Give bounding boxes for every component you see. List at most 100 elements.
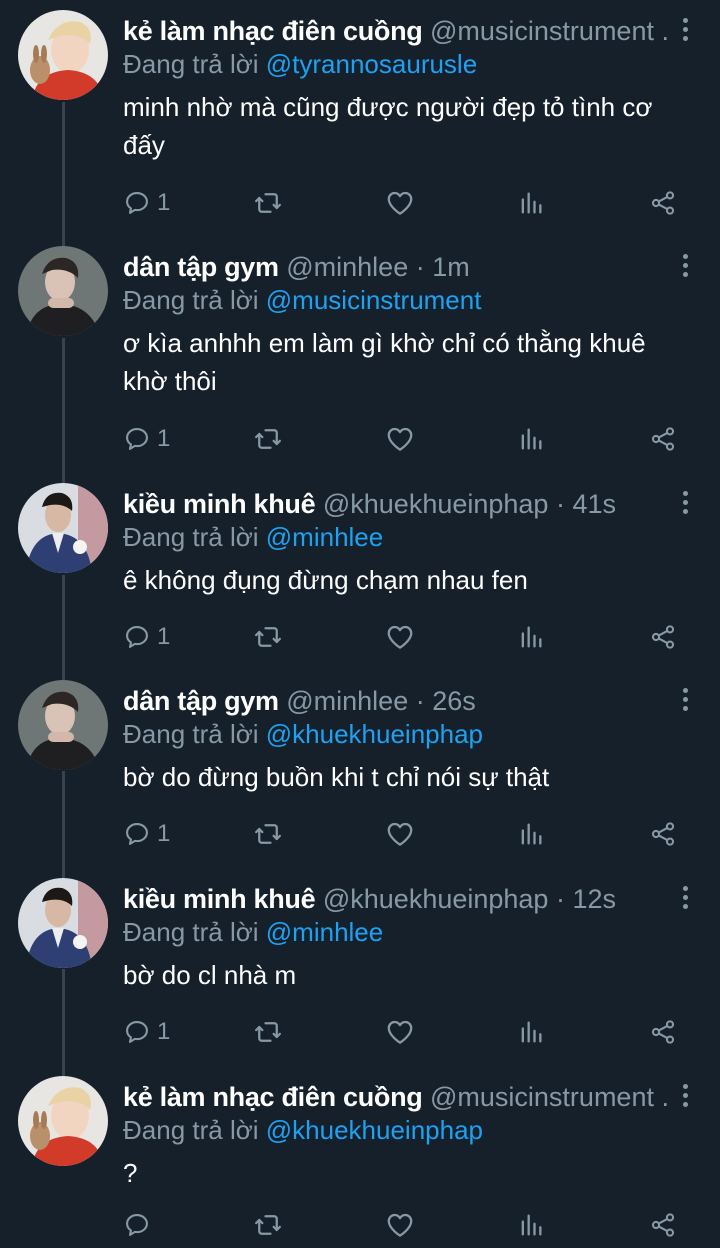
- avatar[interactable]: [18, 246, 108, 336]
- share-button[interactable]: [649, 186, 677, 220]
- heart-icon: [385, 1210, 415, 1240]
- more-vertical-icon[interactable]: [680, 491, 690, 517]
- display-name[interactable]: dân tập gym: [123, 686, 279, 716]
- replying-to: Đang trả lời @musicinstrument: [123, 284, 481, 316]
- reply-count: 1: [157, 1018, 171, 1045]
- like-button[interactable]: [385, 186, 415, 220]
- more-vertical-icon[interactable]: [680, 254, 690, 280]
- reply-button[interactable]: 1: [123, 620, 170, 654]
- handle-time: @minhlee · 26s: [286, 686, 476, 716]
- heart-icon: [385, 188, 415, 218]
- handle-time: @musicinstrument ...: [430, 1082, 668, 1112]
- more-vertical-icon[interactable]: [680, 688, 690, 714]
- analytics-icon: [517, 1211, 545, 1239]
- analytics-button[interactable]: [517, 1015, 545, 1049]
- reply-count: 1: [157, 425, 171, 452]
- tweet[interactable]: dân tập gym @minhlee · 1m Đang trả lời @…: [0, 236, 720, 474]
- tweet[interactable]: dân tập gym @minhlee · 26s Đang trả lời …: [0, 670, 720, 868]
- analytics-icon: [517, 189, 545, 217]
- tweet-text: bờ do cl nhà m: [123, 960, 297, 990]
- mention-link[interactable]: @khuekhueinphap: [266, 719, 483, 749]
- retweet-icon: [253, 622, 283, 652]
- display-name[interactable]: kẻ làm nhạc điên cuồng: [123, 16, 423, 46]
- like-button[interactable]: [385, 1015, 415, 1049]
- retweet-button[interactable]: [253, 186, 283, 220]
- action-bar: 1: [123, 817, 683, 851]
- retweet-icon: [253, 424, 283, 454]
- reply-button[interactable]: 1: [123, 1015, 170, 1049]
- retweet-button[interactable]: [253, 620, 283, 654]
- display-name[interactable]: kiều minh khuê: [123, 489, 316, 519]
- handle-time: @minhlee · 1m: [286, 252, 470, 282]
- share-button[interactable]: [649, 1208, 677, 1242]
- analytics-button[interactable]: [517, 186, 545, 220]
- reply-prefix: Đang trả lời: [123, 1115, 266, 1145]
- tweet[interactable]: kiều minh khuê @khuekhueinphap · 12s Đan…: [0, 868, 720, 1066]
- tweet-text: bờ do đừng buồn khi t chỉ nói sự thật: [123, 762, 550, 792]
- like-button[interactable]: [385, 620, 415, 654]
- avatar[interactable]: [18, 10, 108, 100]
- like-button[interactable]: [385, 422, 415, 456]
- heart-icon: [385, 819, 415, 849]
- reply-count: 1: [157, 623, 171, 650]
- like-button[interactable]: [385, 1208, 415, 1242]
- reply-button[interactable]: 1: [123, 817, 170, 851]
- mention-link[interactable]: @minhlee: [266, 917, 383, 947]
- analytics-button[interactable]: [517, 620, 545, 654]
- tweet[interactable]: kiều minh khuê @khuekhueinphap · 41s Đan…: [0, 473, 720, 671]
- tweet-text: ?: [123, 1158, 138, 1188]
- reply-count: 1: [157, 820, 171, 847]
- like-button[interactable]: [385, 817, 415, 851]
- share-icon: [649, 425, 677, 453]
- tweet[interactable]: kẻ làm nhạc điên cuồng @musicinstrument …: [0, 1066, 720, 1248]
- more-vertical-icon[interactable]: [680, 886, 690, 912]
- mention-link[interactable]: @tyrannosaurusle: [266, 49, 477, 79]
- analytics-button[interactable]: [517, 422, 545, 456]
- more-vertical-icon[interactable]: [680, 1084, 690, 1110]
- avatar[interactable]: [18, 1076, 108, 1166]
- display-name[interactable]: kiều minh khuê: [123, 884, 316, 914]
- retweet-button[interactable]: [253, 817, 283, 851]
- reply-icon: [123, 425, 151, 453]
- heart-icon: [385, 1017, 415, 1047]
- handle-time: @khuekhueinphap · 12s: [322, 884, 616, 914]
- reply-count: 1: [157, 189, 171, 216]
- avatar[interactable]: [18, 878, 108, 968]
- reply-icon: [123, 1018, 151, 1046]
- replying-to: Đang trả lời @khuekhueinphap: [123, 718, 483, 750]
- reply-prefix: Đang trả lời: [123, 719, 266, 749]
- reply-button[interactable]: 1: [123, 186, 170, 220]
- retweet-icon: [253, 1017, 283, 1047]
- display-name[interactable]: kẻ làm nhạc điên cuồng: [123, 1082, 423, 1112]
- share-button[interactable]: [649, 1015, 677, 1049]
- share-icon: [649, 189, 677, 217]
- retweet-button[interactable]: [253, 1208, 283, 1242]
- retweet-icon: [253, 1210, 283, 1240]
- share-icon: [649, 1211, 677, 1239]
- mention-link[interactable]: @musicinstrument: [266, 285, 482, 315]
- share-button[interactable]: [649, 620, 677, 654]
- retweet-button[interactable]: [253, 422, 283, 456]
- retweet-button[interactable]: [253, 1015, 283, 1049]
- share-button[interactable]: [649, 817, 677, 851]
- tweet[interactable]: kẻ làm nhạc điên cuồng @musicinstrument …: [0, 0, 720, 238]
- avatar[interactable]: [18, 680, 108, 770]
- analytics-button[interactable]: [517, 817, 545, 851]
- action-bar: 1: [123, 1015, 683, 1049]
- analytics-icon: [517, 623, 545, 651]
- reply-button[interactable]: 1: [123, 422, 170, 456]
- avatar[interactable]: [18, 483, 108, 573]
- share-button[interactable]: [649, 422, 677, 456]
- mention-link[interactable]: @minhlee: [266, 522, 383, 552]
- display-name[interactable]: dân tập gym: [123, 252, 279, 282]
- mention-link[interactable]: @khuekhueinphap: [266, 1115, 483, 1145]
- more-vertical-icon[interactable]: [680, 18, 690, 44]
- share-icon: [649, 820, 677, 848]
- retweet-icon: [253, 819, 283, 849]
- reply-button[interactable]: [123, 1208, 157, 1242]
- reply-icon: [123, 820, 151, 848]
- action-bar: 1: [123, 422, 683, 456]
- share-icon: [649, 1018, 677, 1046]
- share-icon: [649, 623, 677, 651]
- analytics-button[interactable]: [517, 1208, 545, 1242]
